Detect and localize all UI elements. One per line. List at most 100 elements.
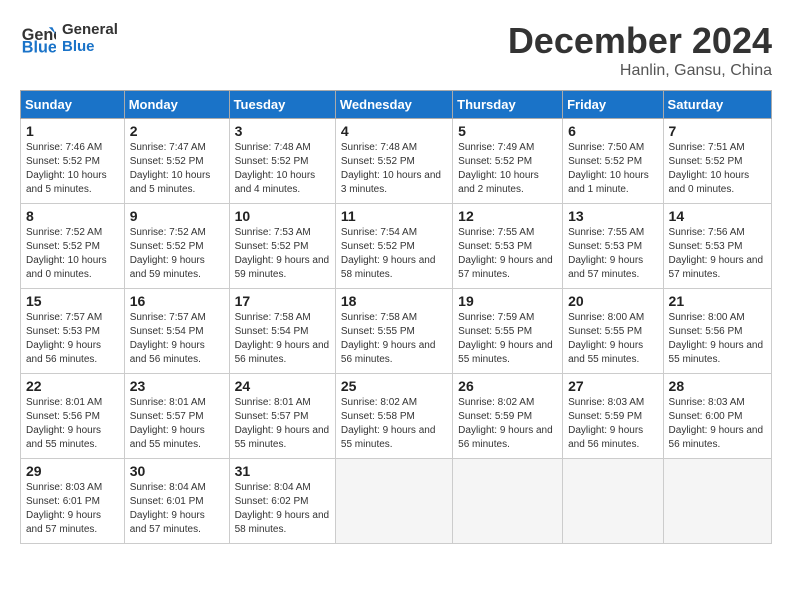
day-number: 13 xyxy=(568,208,657,224)
day-number: 19 xyxy=(458,293,557,309)
calendar-table: SundayMondayTuesdayWednesdayThursdayFrid… xyxy=(20,90,772,544)
day-info: Sunrise: 7:49 AMSunset: 5:52 PMDaylight:… xyxy=(458,142,539,195)
calendar-cell: 30 Sunrise: 8:04 AMSunset: 6:01 PMDaylig… xyxy=(124,459,229,544)
calendar-cell: 16 Sunrise: 7:57 AMSunset: 5:54 PMDaylig… xyxy=(124,289,229,374)
day-number: 10 xyxy=(235,208,330,224)
day-number: 29 xyxy=(26,463,119,479)
logo-icon: General Blue xyxy=(20,20,56,56)
calendar-cell: 7 Sunrise: 7:51 AMSunset: 5:52 PMDayligh… xyxy=(663,119,771,204)
logo-line1: General xyxy=(62,21,118,38)
month-title: December 2024 xyxy=(508,20,772,62)
calendar-cell: 14 Sunrise: 7:56 AMSunset: 5:53 PMDaylig… xyxy=(663,204,771,289)
day-number: 25 xyxy=(341,378,447,394)
logo: General Blue General Blue xyxy=(20,20,118,56)
calendar-week-2: 8 Sunrise: 7:52 AMSunset: 5:52 PMDayligh… xyxy=(21,204,772,289)
day-info: Sunrise: 7:55 AMSunset: 5:53 PMDaylight:… xyxy=(568,227,644,280)
column-header-thursday: Thursday xyxy=(453,91,563,119)
day-info: Sunrise: 7:47 AMSunset: 5:52 PMDaylight:… xyxy=(130,142,211,195)
day-info: Sunrise: 7:48 AMSunset: 5:52 PMDaylight:… xyxy=(235,142,316,195)
calendar-cell: 12 Sunrise: 7:55 AMSunset: 5:53 PMDaylig… xyxy=(453,204,563,289)
day-number: 1 xyxy=(26,123,119,139)
day-info: Sunrise: 7:57 AMSunset: 5:53 PMDaylight:… xyxy=(26,312,102,365)
day-number: 12 xyxy=(458,208,557,224)
day-number: 23 xyxy=(130,378,224,394)
day-number: 14 xyxy=(669,208,766,224)
day-info: Sunrise: 7:46 AMSunset: 5:52 PMDaylight:… xyxy=(26,142,107,195)
calendar-cell: 20 Sunrise: 8:00 AMSunset: 5:55 PMDaylig… xyxy=(563,289,663,374)
calendar-cell: 15 Sunrise: 7:57 AMSunset: 5:53 PMDaylig… xyxy=(21,289,125,374)
calendar-cell: 2 Sunrise: 7:47 AMSunset: 5:52 PMDayligh… xyxy=(124,119,229,204)
calendar-cell xyxy=(563,459,663,544)
calendar-cell: 27 Sunrise: 8:03 AMSunset: 5:59 PMDaylig… xyxy=(563,374,663,459)
day-number: 24 xyxy=(235,378,330,394)
calendar-cell: 24 Sunrise: 8:01 AMSunset: 5:57 PMDaylig… xyxy=(229,374,335,459)
day-number: 2 xyxy=(130,123,224,139)
day-info: Sunrise: 8:01 AMSunset: 5:57 PMDaylight:… xyxy=(235,397,330,450)
day-info: Sunrise: 8:00 AMSunset: 5:55 PMDaylight:… xyxy=(568,312,644,365)
day-info: Sunrise: 8:03 AMSunset: 6:00 PMDaylight:… xyxy=(669,397,764,450)
day-info: Sunrise: 7:55 AMSunset: 5:53 PMDaylight:… xyxy=(458,227,553,280)
day-number: 27 xyxy=(568,378,657,394)
calendar-week-1: 1 Sunrise: 7:46 AMSunset: 5:52 PMDayligh… xyxy=(21,119,772,204)
calendar-cell: 23 Sunrise: 8:01 AMSunset: 5:57 PMDaylig… xyxy=(124,374,229,459)
calendar-body: 1 Sunrise: 7:46 AMSunset: 5:52 PMDayligh… xyxy=(21,119,772,544)
day-number: 7 xyxy=(669,123,766,139)
svg-text:Blue: Blue xyxy=(22,38,56,56)
day-info: Sunrise: 7:54 AMSunset: 5:52 PMDaylight:… xyxy=(341,227,436,280)
calendar-cell xyxy=(335,459,452,544)
location-subtitle: Hanlin, Gansu, China xyxy=(508,62,772,80)
day-info: Sunrise: 8:02 AMSunset: 5:59 PMDaylight:… xyxy=(458,397,553,450)
day-number: 15 xyxy=(26,293,119,309)
day-info: Sunrise: 7:51 AMSunset: 5:52 PMDaylight:… xyxy=(669,142,750,195)
day-info: Sunrise: 8:01 AMSunset: 5:57 PMDaylight:… xyxy=(130,397,206,450)
day-info: Sunrise: 7:56 AMSunset: 5:53 PMDaylight:… xyxy=(669,227,764,280)
column-header-saturday: Saturday xyxy=(663,91,771,119)
calendar-cell: 8 Sunrise: 7:52 AMSunset: 5:52 PMDayligh… xyxy=(21,204,125,289)
header: General Blue General Blue December 2024 … xyxy=(20,20,772,80)
day-number: 22 xyxy=(26,378,119,394)
day-info: Sunrise: 8:04 AMSunset: 6:01 PMDaylight:… xyxy=(130,482,206,535)
column-header-sunday: Sunday xyxy=(21,91,125,119)
day-info: Sunrise: 7:59 AMSunset: 5:55 PMDaylight:… xyxy=(458,312,553,365)
day-number: 17 xyxy=(235,293,330,309)
calendar-cell: 17 Sunrise: 7:58 AMSunset: 5:54 PMDaylig… xyxy=(229,289,335,374)
calendar-cell: 22 Sunrise: 8:01 AMSunset: 5:56 PMDaylig… xyxy=(21,374,125,459)
day-info: Sunrise: 7:52 AMSunset: 5:52 PMDaylight:… xyxy=(26,227,107,280)
day-info: Sunrise: 8:00 AMSunset: 5:56 PMDaylight:… xyxy=(669,312,764,365)
day-info: Sunrise: 8:03 AMSunset: 6:01 PMDaylight:… xyxy=(26,482,102,535)
day-number: 20 xyxy=(568,293,657,309)
day-info: Sunrise: 7:58 AMSunset: 5:55 PMDaylight:… xyxy=(341,312,436,365)
day-number: 6 xyxy=(568,123,657,139)
day-info: Sunrise: 7:57 AMSunset: 5:54 PMDaylight:… xyxy=(130,312,206,365)
day-number: 21 xyxy=(669,293,766,309)
day-number: 18 xyxy=(341,293,447,309)
day-number: 9 xyxy=(130,208,224,224)
day-info: Sunrise: 7:48 AMSunset: 5:52 PMDaylight:… xyxy=(341,142,441,195)
column-header-wednesday: Wednesday xyxy=(335,91,452,119)
day-number: 11 xyxy=(341,208,447,224)
day-number: 28 xyxy=(669,378,766,394)
day-info: Sunrise: 8:03 AMSunset: 5:59 PMDaylight:… xyxy=(568,397,644,450)
calendar-cell: 19 Sunrise: 7:59 AMSunset: 5:55 PMDaylig… xyxy=(453,289,563,374)
day-number: 26 xyxy=(458,378,557,394)
calendar-cell: 13 Sunrise: 7:55 AMSunset: 5:53 PMDaylig… xyxy=(563,204,663,289)
day-number: 4 xyxy=(341,123,447,139)
day-info: Sunrise: 7:52 AMSunset: 5:52 PMDaylight:… xyxy=(130,227,206,280)
title-area: December 2024 Hanlin, Gansu, China xyxy=(508,20,772,80)
calendar-cell xyxy=(453,459,563,544)
calendar-cell: 31 Sunrise: 8:04 AMSunset: 6:02 PMDaylig… xyxy=(229,459,335,544)
calendar-cell: 4 Sunrise: 7:48 AMSunset: 5:52 PMDayligh… xyxy=(335,119,452,204)
logo-line2: Blue xyxy=(62,38,118,55)
day-number: 3 xyxy=(235,123,330,139)
calendar-cell: 5 Sunrise: 7:49 AMSunset: 5:52 PMDayligh… xyxy=(453,119,563,204)
day-info: Sunrise: 7:53 AMSunset: 5:52 PMDaylight:… xyxy=(235,227,330,280)
day-number: 30 xyxy=(130,463,224,479)
day-number: 8 xyxy=(26,208,119,224)
calendar-cell: 1 Sunrise: 7:46 AMSunset: 5:52 PMDayligh… xyxy=(21,119,125,204)
day-info: Sunrise: 8:04 AMSunset: 6:02 PMDaylight:… xyxy=(235,482,330,535)
day-number: 5 xyxy=(458,123,557,139)
calendar-cell xyxy=(663,459,771,544)
calendar-header-row: SundayMondayTuesdayWednesdayThursdayFrid… xyxy=(21,91,772,119)
calendar-cell: 3 Sunrise: 7:48 AMSunset: 5:52 PMDayligh… xyxy=(229,119,335,204)
calendar-week-4: 22 Sunrise: 8:01 AMSunset: 5:56 PMDaylig… xyxy=(21,374,772,459)
